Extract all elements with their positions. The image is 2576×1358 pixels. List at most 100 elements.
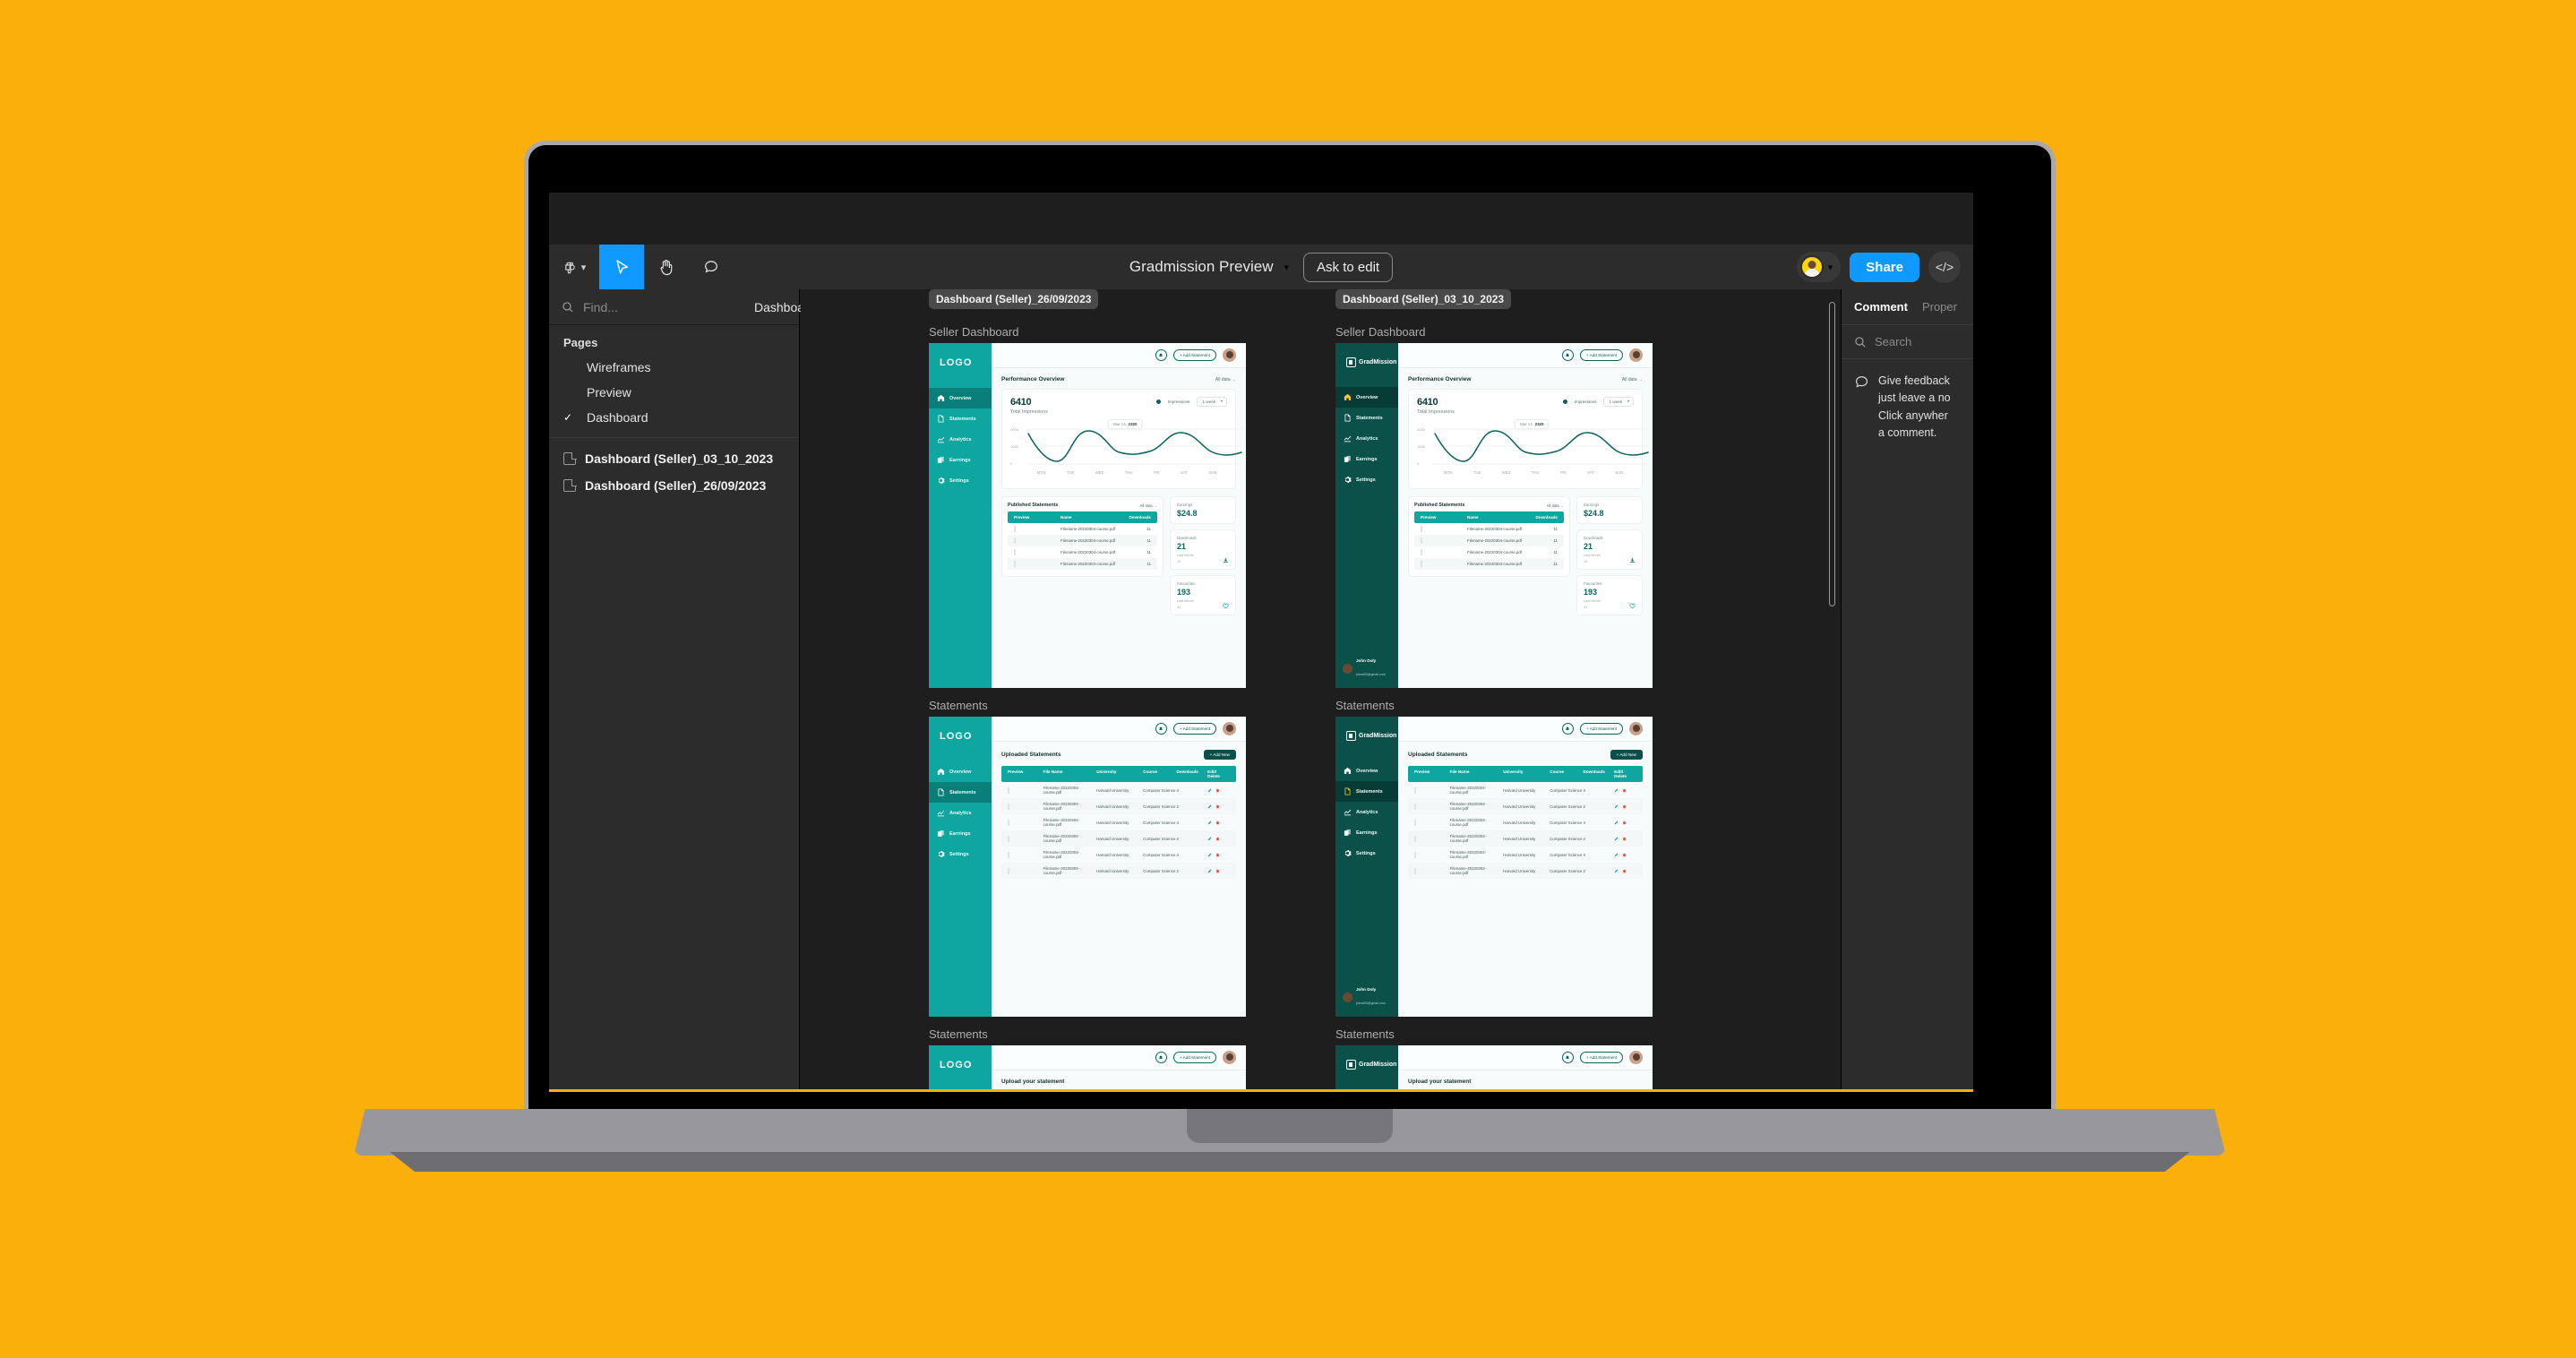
sidebar-user-profile[interactable]: John Doly johnd00@gmail.com [1343,658,1386,680]
comment-search-input[interactable] [1875,335,1946,348]
edit-icon[interactable] [1207,853,1212,857]
edit-icon[interactable] [1614,869,1619,873]
figma-canvas[interactable]: Dashboard (Seller)_26/09/2023 Seller Das… [801,289,1840,1092]
delete-icon[interactable] [1215,869,1220,873]
table-row[interactable]: Filename-20220304-course.pdf 11 [1414,535,1564,546]
table-row[interactable]: Filename-20220304-course.pdf Harvard Univ… [1001,830,1236,847]
table-row[interactable]: Filename-20220304-course.pdf 11 [1008,523,1157,535]
table-row[interactable]: Filename-20220304-course.pdf Harvard Univ… [1001,814,1236,830]
tab-properties[interactable]: Proper [1922,300,1957,314]
screen-upload-teal[interactable]: LOGO Overview Statements [929,1045,1246,1089]
table-row[interactable]: Filename-20220304-course.pdf 11 [1414,546,1564,558]
avatar-menu[interactable]: ▾ [1796,252,1842,282]
nav-item-settings[interactable]: Settings [929,470,992,491]
table-row[interactable]: Filename-20220304-course.pdf Harvard Univ… [1001,798,1236,814]
add-statement-button[interactable]: + Add Statement [1172,723,1216,735]
table-row[interactable]: Filename-20220304-course.pdf Harvard Univ… [1408,830,1643,847]
edit-icon[interactable] [1207,804,1212,809]
hand-tool-button[interactable] [644,245,689,289]
table-row[interactable]: Filename-20220304-course.pdf 11 [1008,535,1157,546]
delete-icon[interactable] [1215,837,1220,841]
avatar[interactable] [1629,348,1643,362]
page-item-dashboard[interactable]: ✓ Dashboard [549,405,799,430]
bell-icon[interactable] [1561,723,1574,735]
edit-icon[interactable] [1614,788,1619,793]
add-new-button[interactable]: + Add New [1610,750,1643,760]
nav-item-analytics[interactable]: Analytics [1335,428,1398,449]
all-data-link[interactable]: All data → [1547,503,1564,508]
nav-item-overview[interactable]: Overview [929,761,992,782]
comment-tool-button[interactable] [689,245,734,289]
delete-icon[interactable] [1215,804,1220,809]
add-statement-button[interactable]: + Add Statement [1579,1052,1623,1063]
nav-item-analytics[interactable]: Analytics [1335,802,1398,822]
frame-label[interactable]: Dashboard (Seller)_03_10_2023 [1335,289,1512,309]
edit-icon[interactable] [1614,837,1619,841]
layer-item-frame-2609[interactable]: Dashboard (Seller)_26/09/2023 [549,472,799,499]
nav-item-settings[interactable]: Settings [1335,469,1398,490]
nav-item-overview[interactable]: Overview [1335,387,1398,408]
avatar[interactable] [1223,1051,1236,1064]
share-button[interactable]: Share [1850,252,1919,282]
edit-icon[interactable] [1614,853,1619,857]
bell-icon[interactable] [1155,349,1167,361]
table-row[interactable]: Filename-20220304-course.pdf 11 [1414,558,1564,570]
nav-item-overview[interactable]: Overview [1335,1089,1398,1092]
nav-item-overview[interactable]: Overview [929,388,992,408]
nav-item-statements[interactable]: Statements [929,782,992,803]
nav-item-earnings[interactable]: Earnings [929,823,992,844]
add-new-button[interactable]: + Add New [1203,750,1236,760]
nav-item-analytics[interactable]: Analytics [929,429,992,450]
frame-label[interactable]: Dashboard (Seller)_26/09/2023 [929,289,1099,309]
table-row[interactable]: Filename-20220304-course.pdf Harvard Univ… [1408,814,1643,830]
table-row[interactable]: Filename-20220304-course.pdf 11 [1008,546,1157,558]
bell-icon[interactable] [1561,349,1574,361]
table-row[interactable]: Filename-20220304-course.pdf Harvard Univ… [1408,863,1643,879]
edit-icon[interactable] [1614,804,1619,809]
all-data-link[interactable]: All data → [1140,503,1157,508]
delete-icon[interactable] [1215,853,1220,857]
edit-icon[interactable] [1207,788,1212,793]
file-name-menu[interactable]: Gradmission Preview ▾ [1129,258,1289,276]
bell-icon[interactable] [1155,723,1167,735]
table-row[interactable]: Filename-20220304-course.pdf Harvard Univ… [1001,863,1236,879]
delete-icon[interactable] [1622,821,1627,825]
table-row[interactable]: Filename-20220304-course.pdf 11 [1414,523,1564,535]
dev-mode-button[interactable]: </> [1928,251,1961,283]
canvas-scrollbar[interactable] [1829,302,1835,606]
delete-icon[interactable] [1215,788,1220,793]
add-statement-button[interactable]: + Add Statement [1579,723,1623,735]
nav-item-overview[interactable]: Overview [1335,761,1398,781]
edit-icon[interactable] [1614,821,1619,825]
all-data-link[interactable]: All data → [1622,377,1643,382]
table-row[interactable]: Filename-20220304-course.pdf Harvard Univ… [1001,782,1236,798]
nav-item-earnings[interactable]: Earnings [1335,822,1398,843]
nav-item-earnings[interactable]: Earnings [929,450,992,470]
table-row[interactable]: Filename-20220304-course.pdf Harvard Univ… [1001,847,1236,863]
avatar[interactable] [1629,722,1643,735]
table-row[interactable]: Filename-20220304-course.pdf Harvard Univ… [1408,847,1643,863]
nav-item-statements[interactable]: Statements [929,408,992,429]
nav-item-statements[interactable]: Statements [1335,408,1398,428]
add-statement-button[interactable]: + Add Statement [1172,1052,1216,1063]
sidebar-user-profile[interactable]: John Doly johnd00@gmail.com [1343,987,1386,1009]
screen-statements-teal[interactable]: LOGO Overview Statements Analytics Earni… [929,717,1246,1017]
nav-item-statements[interactable]: Statements [1335,781,1398,802]
bell-icon[interactable] [1561,1052,1574,1063]
move-tool-button[interactable] [599,245,644,289]
nav-item-settings[interactable]: Settings [929,844,992,864]
screen-overview-dark[interactable]: GradMission Overview Statements Analytic… [1335,343,1653,688]
avatar[interactable] [1629,1051,1643,1064]
layer-item-frame-0310[interactable]: Dashboard (Seller)_03_10_2023 [549,445,799,472]
frame-group-0310[interactable]: Dashboard (Seller)_03_10_2023 Seller Das… [1335,289,1653,1092]
nav-item-earnings[interactable]: Earnings [1335,449,1398,469]
avatar[interactable] [1223,722,1236,735]
screen-upload-dark[interactable]: GradMission Overview Statements [1335,1045,1653,1092]
bell-icon[interactable] [1155,1052,1167,1063]
screen-overview-teal[interactable]: LOGO Overview Statements Analytics Earni… [929,343,1246,688]
table-row[interactable]: Filename-20220304-course.pdf Harvard Univ… [1408,798,1643,814]
ask-to-edit-button[interactable]: Ask to edit [1303,252,1394,282]
delete-icon[interactable] [1622,853,1627,857]
table-row[interactable]: Filename-20220304-course.pdf 11 [1008,558,1157,570]
figma-menu-button[interactable]: ▾ [549,245,599,289]
